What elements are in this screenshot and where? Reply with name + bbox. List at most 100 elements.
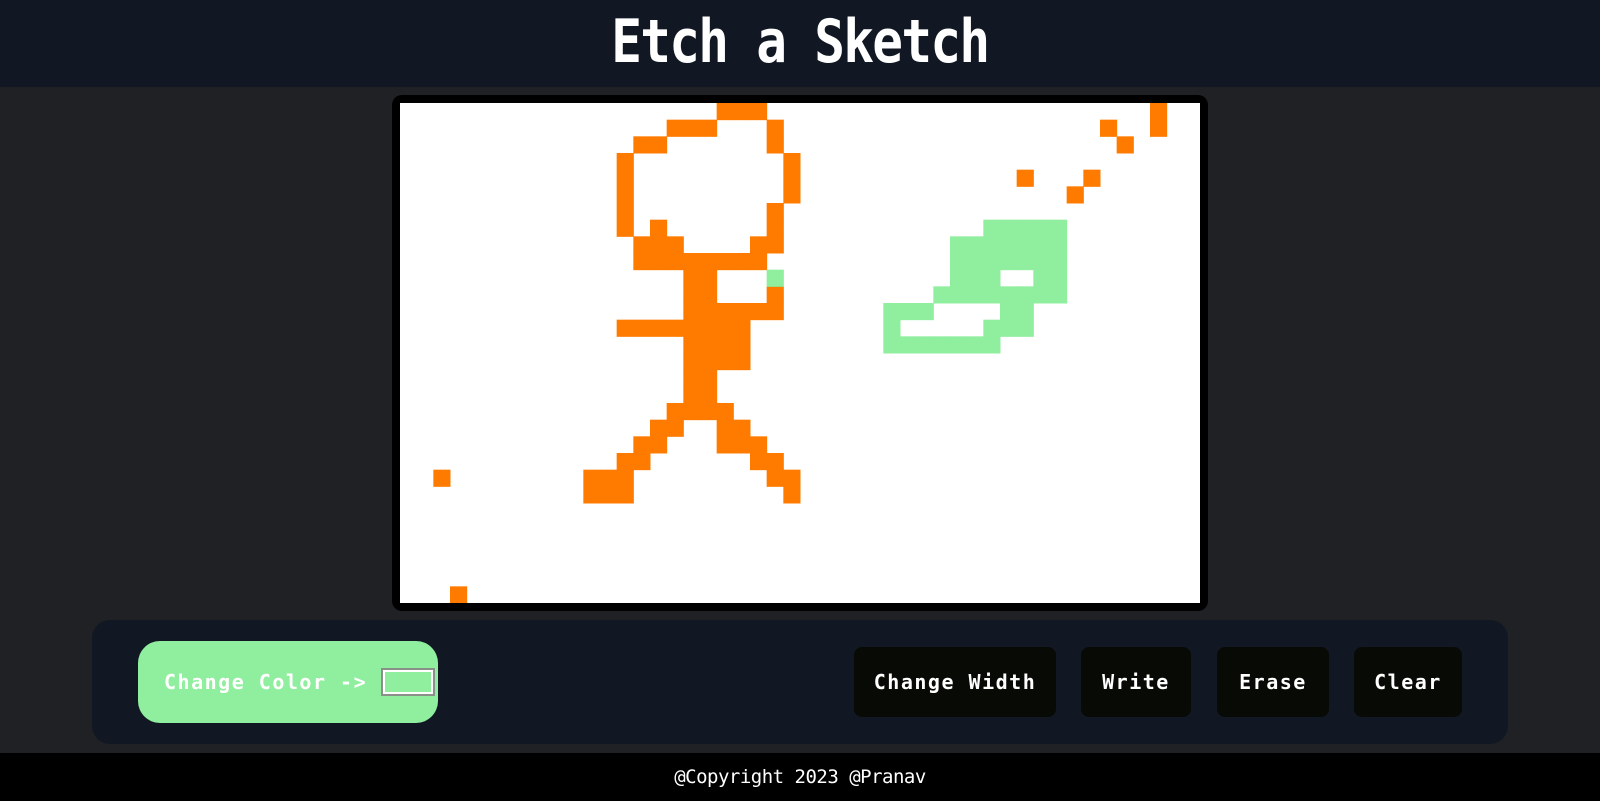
- grid-cell-green[interactable]: [1050, 219, 1068, 237]
- clear-button[interactable]: Clear: [1354, 647, 1462, 717]
- grid-cell-orange[interactable]: [616, 469, 634, 487]
- grid-cell-orange[interactable]: [583, 469, 601, 487]
- grid-cell-orange[interactable]: [1100, 119, 1118, 137]
- grid-cell-green[interactable]: [900, 303, 918, 321]
- grid-cell-orange[interactable]: [700, 303, 718, 321]
- grid-cell-green[interactable]: [950, 269, 968, 287]
- grid-cell-green[interactable]: [1016, 219, 1034, 237]
- grid-cell-orange[interactable]: [783, 486, 801, 504]
- grid-cell-green[interactable]: [1000, 303, 1018, 321]
- grid-cell-green[interactable]: [966, 336, 984, 354]
- grid-cell-green[interactable]: [983, 236, 1001, 254]
- grid-cell-orange[interactable]: [733, 436, 751, 454]
- grid-cell-green[interactable]: [916, 336, 934, 354]
- grid-cell-orange[interactable]: [666, 236, 684, 254]
- grid-cell-orange[interactable]: [733, 336, 751, 354]
- grid-cell-orange[interactable]: [733, 253, 751, 271]
- grid-cell-green[interactable]: [1016, 303, 1034, 321]
- grid-cell-green[interactable]: [983, 336, 1001, 354]
- grid-cell-orange[interactable]: [716, 419, 734, 437]
- grid-cell-green[interactable]: [933, 336, 951, 354]
- grid-cell-green[interactable]: [1033, 219, 1051, 237]
- grid-cell-green[interactable]: [966, 236, 984, 254]
- erase-button[interactable]: Erase: [1217, 647, 1329, 717]
- grid-cell-green[interactable]: [1000, 286, 1018, 304]
- grid-cell-orange[interactable]: [700, 403, 718, 421]
- grid-cell-orange[interactable]: [1116, 136, 1134, 154]
- grid-cell-orange[interactable]: [666, 253, 684, 271]
- grid-cell-orange[interactable]: [750, 303, 768, 321]
- grid-cell-orange[interactable]: [583, 486, 601, 504]
- grid-cell-orange[interactable]: [616, 453, 634, 471]
- grid-cell-orange[interactable]: [650, 436, 668, 454]
- grid-cell-orange[interactable]: [616, 219, 634, 237]
- grid-cell-orange[interactable]: [1083, 169, 1101, 187]
- grid-cell-orange[interactable]: [750, 236, 768, 254]
- grid-cell-orange[interactable]: [683, 386, 701, 404]
- grid-cell-green[interactable]: [1033, 286, 1051, 304]
- grid-cell-orange[interactable]: [700, 336, 718, 354]
- grid-cell-green[interactable]: [1050, 269, 1068, 287]
- grid-cell-orange[interactable]: [766, 136, 784, 154]
- change-width-button[interactable]: Change Width: [854, 647, 1056, 717]
- grid-cell-green[interactable]: [1000, 319, 1018, 337]
- grid-cell-green[interactable]: [950, 286, 968, 304]
- grid-cell-orange[interactable]: [666, 403, 684, 421]
- grid-cell-orange[interactable]: [600, 486, 618, 504]
- grid-cell-green[interactable]: [950, 253, 968, 271]
- grid-cell-orange[interactable]: [616, 203, 634, 221]
- change-color-button[interactable]: Change Color ->: [138, 641, 438, 723]
- grid-cell-green[interactable]: [1000, 236, 1018, 254]
- grid-cell-orange[interactable]: [600, 469, 618, 487]
- grid-cell-orange[interactable]: [766, 203, 784, 221]
- grid-cell-orange[interactable]: [650, 419, 668, 437]
- grid-cell-orange[interactable]: [783, 186, 801, 204]
- grid-cell-orange[interactable]: [683, 286, 701, 304]
- grid-cell-orange[interactable]: [733, 319, 751, 337]
- grid-cell-orange[interactable]: [733, 353, 751, 371]
- grid-cell-orange[interactable]: [616, 169, 634, 187]
- grid-cell-orange[interactable]: [666, 319, 684, 337]
- grid-cell-orange[interactable]: [633, 319, 651, 337]
- grid-cell-green[interactable]: [766, 269, 784, 287]
- write-button[interactable]: Write: [1081, 647, 1191, 717]
- grid-cell-orange[interactable]: [683, 336, 701, 354]
- grid-cell-green[interactable]: [1033, 236, 1051, 254]
- grid-cell-orange[interactable]: [1016, 169, 1034, 187]
- grid-cell-orange[interactable]: [633, 236, 651, 254]
- grid-cell-orange[interactable]: [700, 386, 718, 404]
- grid-cell-green[interactable]: [916, 303, 934, 321]
- grid-cell-orange[interactable]: [650, 319, 668, 337]
- grid-cell-orange[interactable]: [783, 469, 801, 487]
- grid-cell-orange[interactable]: [766, 453, 784, 471]
- grid-cell-orange[interactable]: [616, 319, 634, 337]
- grid-cell-orange[interactable]: [683, 253, 701, 271]
- grid-cell-orange[interactable]: [650, 219, 668, 237]
- grid-cell-orange[interactable]: [766, 119, 784, 137]
- grid-cell-orange[interactable]: [716, 336, 734, 354]
- sketch-grid[interactable]: [400, 103, 1200, 603]
- grid-cell-orange[interactable]: [700, 353, 718, 371]
- grid-cell-orange[interactable]: [733, 419, 751, 437]
- grid-cell-orange[interactable]: [683, 353, 701, 371]
- grid-cell-orange[interactable]: [750, 103, 768, 121]
- grid-cell-green[interactable]: [883, 303, 901, 321]
- grid-cell-orange[interactable]: [683, 119, 701, 137]
- grid-cell-orange[interactable]: [750, 436, 768, 454]
- grid-cell-orange[interactable]: [666, 419, 684, 437]
- grid-cell-green[interactable]: [900, 336, 918, 354]
- grid-cell-green[interactable]: [933, 286, 951, 304]
- grid-cell-orange[interactable]: [633, 136, 651, 154]
- grid-cell-orange[interactable]: [716, 319, 734, 337]
- grid-cell-orange[interactable]: [733, 303, 751, 321]
- grid-cell-orange[interactable]: [683, 403, 701, 421]
- grid-cell-orange[interactable]: [666, 119, 684, 137]
- grid-cell-orange[interactable]: [450, 586, 468, 603]
- grid-cell-green[interactable]: [966, 253, 984, 271]
- grid-cell-green[interactable]: [1016, 319, 1034, 337]
- grid-cell-orange[interactable]: [683, 319, 701, 337]
- grid-cell-orange[interactable]: [683, 303, 701, 321]
- grid-cell-green[interactable]: [1016, 236, 1034, 254]
- grid-cell-orange[interactable]: [650, 136, 668, 154]
- grid-cell-orange[interactable]: [766, 469, 784, 487]
